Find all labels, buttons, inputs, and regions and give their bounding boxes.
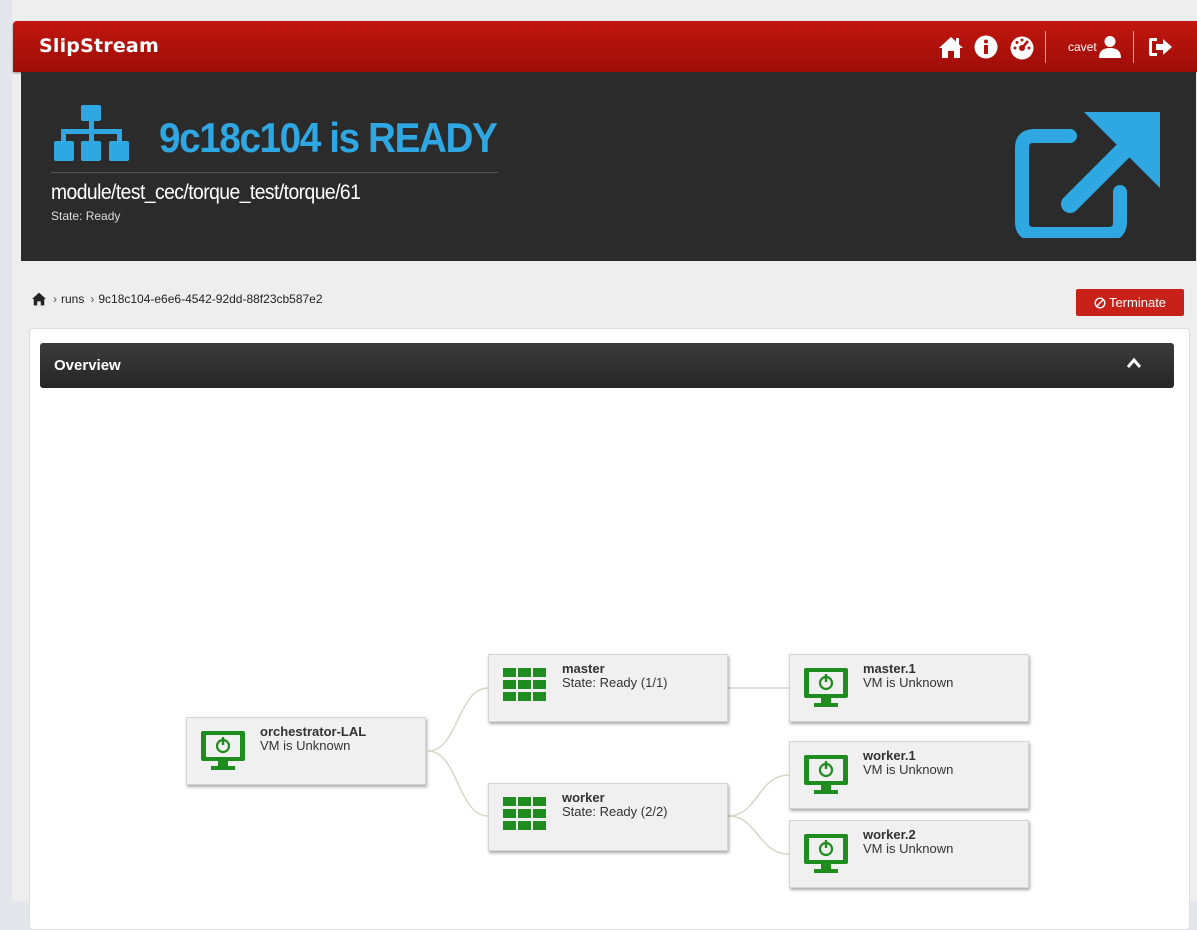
node-name: worker.2	[863, 827, 916, 842]
link-worker-worker2	[727, 815, 790, 855]
node-group-icon	[503, 668, 546, 701]
link-orchestrator-worker	[427, 750, 489, 817]
node-name: worker	[562, 790, 605, 805]
vm-monitor-icon	[201, 731, 245, 770]
link-orchestrator-master	[427, 687, 489, 752]
node-name: master	[562, 661, 605, 676]
node-status: VM is Unknown	[863, 762, 954, 777]
vm-monitor-icon	[804, 668, 848, 707]
node-status: State: Ready (2/2)	[562, 804, 668, 819]
node-status: State: Ready (1/1)	[562, 675, 668, 690]
vm-monitor-icon	[804, 755, 848, 794]
node-status: VM is Unknown	[863, 675, 954, 690]
node-name: master.1	[863, 661, 916, 676]
vm-monitor-icon	[804, 834, 848, 873]
node-worker-2[interactable]: worker.2 VM is Unknown	[789, 820, 1029, 888]
node-master-1[interactable]: master.1 VM is Unknown	[789, 654, 1029, 722]
node-orchestrator-lal[interactable]: orchestrator-LAL VM is Unknown	[186, 717, 426, 785]
link-worker-worker1	[727, 774, 790, 817]
node-group-icon	[503, 797, 546, 830]
node-master[interactable]: master State: Ready (1/1)	[488, 654, 728, 722]
node-name: orchestrator-LAL	[260, 724, 367, 739]
node-status: VM is Unknown	[260, 738, 351, 753]
node-name: worker.1	[863, 748, 916, 763]
node-status: VM is Unknown	[863, 841, 954, 856]
node-worker-1[interactable]: worker.1 VM is Unknown	[789, 741, 1029, 809]
node-worker[interactable]: worker State: Ready (2/2)	[488, 783, 728, 851]
